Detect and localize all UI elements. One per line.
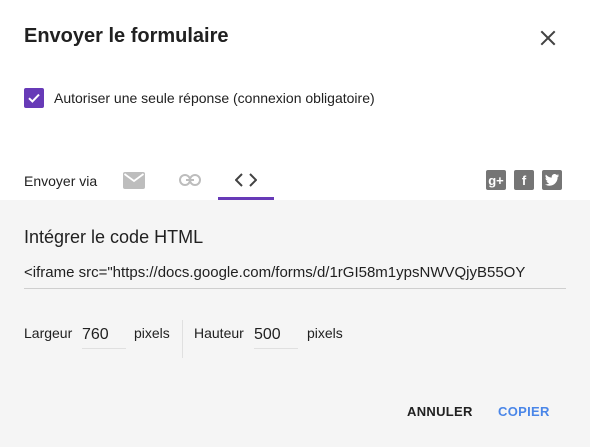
send-form-dialog: Envoyer le formulaire Autoriser une seul… — [0, 0, 590, 447]
share-facebook-button[interactable]: f — [514, 170, 534, 190]
embed-title: Intégrer le code HTML — [24, 227, 204, 247]
email-icon — [123, 171, 145, 189]
embed-panel: Intégrer le code HTML <iframe src="https… — [0, 200, 590, 447]
embed-code-field[interactable]: <iframe src="https://docs.google.com/for… — [24, 264, 566, 289]
tab-email[interactable] — [106, 160, 162, 200]
facebook-icon: f — [521, 172, 527, 188]
share-google-plus-button[interactable]: g+ — [486, 170, 506, 190]
width-label: Largeur — [24, 325, 73, 341]
send-via-bar: Envoyer via g+ f — [0, 160, 590, 200]
height-input[interactable]: 500 — [254, 320, 298, 349]
close-button[interactable] — [534, 24, 562, 52]
single-response-checkbox[interactable] — [24, 88, 44, 108]
close-icon — [540, 30, 556, 46]
embed-code-icon — [235, 173, 257, 187]
height-label: Hauteur — [194, 325, 244, 341]
tab-link[interactable] — [162, 160, 218, 200]
dimensions-row: Largeur 760 pixels Hauteur 500 pixels — [0, 320, 590, 360]
single-response-label: Autoriser une seule réponse (connexion o… — [54, 90, 375, 106]
dimensions-divider — [182, 320, 183, 358]
copy-button[interactable]: COPIER — [498, 404, 550, 419]
height-unit: pixels — [307, 325, 343, 341]
dialog-title: Envoyer le formulaire — [24, 25, 229, 47]
width-unit: pixels — [134, 325, 170, 341]
tab-embed-html[interactable] — [218, 160, 274, 200]
width-input[interactable]: 760 — [82, 320, 126, 349]
twitter-icon — [545, 174, 559, 186]
cancel-button[interactable]: ANNULER — [407, 404, 473, 419]
send-via-label: Envoyer via — [24, 173, 98, 189]
single-response-option: Autoriser une seule réponse (connexion o… — [24, 88, 375, 108]
link-icon — [179, 174, 201, 186]
share-twitter-button[interactable] — [542, 170, 562, 190]
checkmark-icon — [28, 93, 40, 103]
google-plus-icon: g+ — [488, 172, 504, 188]
